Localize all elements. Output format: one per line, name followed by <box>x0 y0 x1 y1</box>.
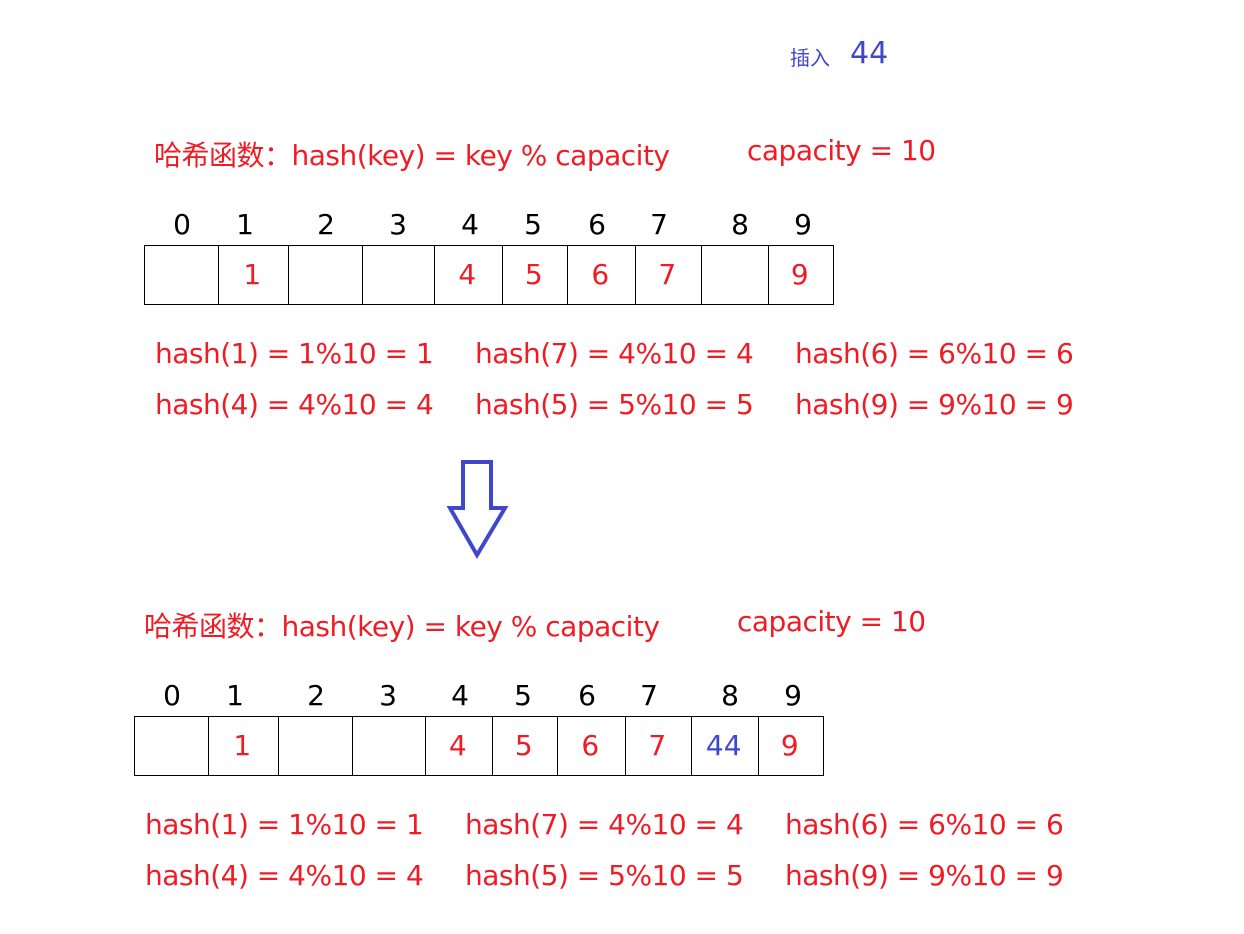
insert-value: 44 <box>850 36 889 71</box>
index-label: 1 <box>236 208 254 241</box>
table-cell <box>277 716 353 776</box>
cell-value: 5 <box>514 729 533 762</box>
hash-table: 1 4 5 6 7 44 9 <box>0 716 1244 776</box>
index-label: 3 <box>379 679 397 712</box>
table-cell <box>361 245 435 305</box>
table-cell: 44 <box>690 716 759 776</box>
cell-value: 7 <box>648 729 667 762</box>
equation: hash(6) = 6%10 = 6 <box>785 808 1064 841</box>
table-cell: 1 <box>207 716 279 776</box>
equation: hash(5) = 5%10 = 5 <box>465 859 744 892</box>
equation: hash(6) = 6%10 = 6 <box>795 337 1074 370</box>
table-cell <box>144 245 219 305</box>
inserted-value: 44 <box>705 729 742 762</box>
table-cell: 4 <box>424 716 493 776</box>
hash-function-label: 哈希函数：hash(key) = key % capacity <box>154 139 670 172</box>
cell-value: 4 <box>448 729 467 762</box>
index-label: 2 <box>317 208 335 241</box>
index-label: 9 <box>784 679 802 712</box>
cell-value: 1 <box>233 729 252 762</box>
cell-value: 5 <box>524 258 543 291</box>
index-label: 8 <box>731 208 749 241</box>
hash-function-label: 哈希函数：hash(key) = key % capacity <box>144 610 660 643</box>
table-cell: 6 <box>556 716 626 776</box>
table-cell: 9 <box>757 716 824 776</box>
table-cell <box>287 245 363 305</box>
index-label: 0 <box>173 208 191 241</box>
cell-value: 9 <box>790 258 809 291</box>
equation: hash(9) = 9%10 = 9 <box>785 859 1064 892</box>
equation: hash(7) = 4%10 = 4 <box>475 337 754 370</box>
cell-value: 6 <box>581 729 600 762</box>
equation: hash(9) = 9%10 = 9 <box>795 388 1074 421</box>
index-label: 8 <box>721 679 739 712</box>
capacity-label: capacity = 10 <box>737 605 926 638</box>
index-label: 6 <box>588 208 606 241</box>
index-label: 7 <box>640 679 658 712</box>
equation: hash(1) = 1%10 = 1 <box>155 337 434 370</box>
index-label: 3 <box>389 208 407 241</box>
index-label: 2 <box>307 679 325 712</box>
down-arrow-icon <box>446 460 509 559</box>
index-label: 7 <box>650 208 668 241</box>
table-cell: 6 <box>566 245 636 305</box>
table-cell: 4 <box>433 245 503 305</box>
index-label: 5 <box>524 208 542 241</box>
equation: hash(4) = 4%10 = 4 <box>145 859 424 892</box>
table-cell: 9 <box>767 245 834 305</box>
cell-value: 7 <box>658 258 677 291</box>
table-cell: 5 <box>491 716 558 776</box>
table-cell: 7 <box>624 716 692 776</box>
equation: hash(5) = 5%10 = 5 <box>475 388 754 421</box>
equation: hash(1) = 1%10 = 1 <box>145 808 424 841</box>
index-label: 1 <box>226 679 244 712</box>
table-cell <box>351 716 426 776</box>
index-label: 4 <box>461 208 479 241</box>
table-cell: 7 <box>634 245 702 305</box>
hash-table: 1 4 5 6 7 9 <box>0 245 1244 305</box>
equation: hash(4) = 4%10 = 4 <box>155 388 434 421</box>
equation: hash(7) = 4%10 = 4 <box>465 808 744 841</box>
cell-value: 6 <box>591 258 610 291</box>
table-cell: 5 <box>501 245 568 305</box>
index-label: 9 <box>794 208 812 241</box>
index-label: 0 <box>163 679 181 712</box>
capacity-label: capacity = 10 <box>747 134 936 167</box>
index-label: 4 <box>451 679 469 712</box>
cell-value: 1 <box>243 258 262 291</box>
table-cell <box>700 245 769 305</box>
table-cell: 1 <box>217 245 289 305</box>
table-cell <box>134 716 209 776</box>
cell-value: 4 <box>458 258 477 291</box>
cell-value: 9 <box>780 729 799 762</box>
index-label: 6 <box>578 679 596 712</box>
index-label: 5 <box>514 679 532 712</box>
insert-label: 插入 <box>790 46 830 70</box>
